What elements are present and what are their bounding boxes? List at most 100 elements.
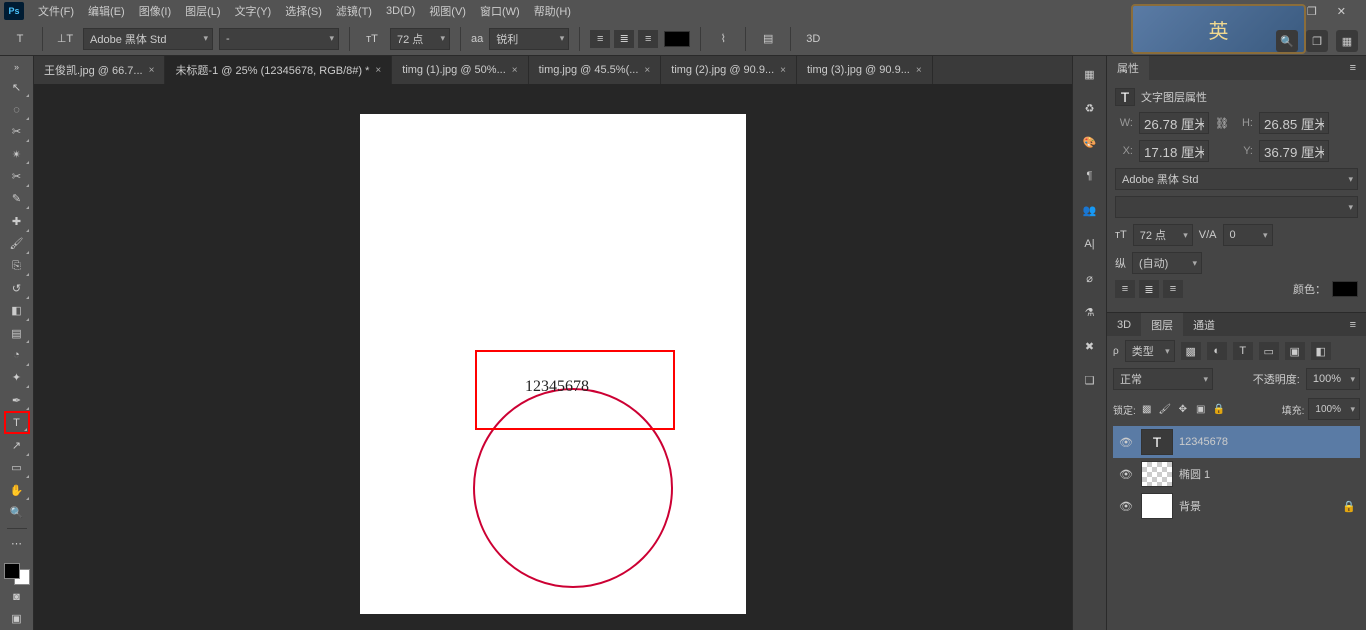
eyedropper-tool[interactable]: ✎ — [4, 188, 30, 210]
color-icon[interactable]: 🎨 — [1078, 130, 1102, 154]
adjustments-icon[interactable]: ⚗ — [1078, 300, 1102, 324]
lock-image-icon[interactable]: 🖌 — [1158, 404, 1172, 415]
filter-type-icon[interactable]: T — [1233, 342, 1253, 360]
screen-mode[interactable]: ▣ — [4, 608, 30, 630]
filter-pixel-icon[interactable]: ▩ — [1181, 342, 1201, 360]
filter-smart-icon[interactable]: ▣ — [1285, 342, 1305, 360]
prop-align-right[interactable]: ≡ — [1163, 280, 1183, 298]
color-swatch[interactable] — [4, 563, 30, 585]
close-icon[interactable]: × — [512, 65, 518, 76]
lock-pos-icon[interactable]: ✥ — [1176, 404, 1190, 415]
brush-settings-icon[interactable]: ⌀ — [1078, 266, 1102, 290]
leading-dropdown[interactable]: (自动) — [1132, 252, 1202, 274]
lock-all-icon[interactable]: 🔒 — [1212, 404, 1226, 415]
menu-help[interactable]: 帮助(H) — [528, 1, 577, 21]
filter-toggle[interactable]: ◧ — [1311, 342, 1331, 360]
dodge-tool[interactable]: ✦ — [4, 367, 30, 389]
shape-tool[interactable]: ▭ — [4, 457, 30, 479]
doc-tab-5[interactable]: timg (3).jpg @ 90.9...× — [797, 56, 933, 84]
opacity-dropdown[interactable]: 100% — [1306, 368, 1360, 390]
visibility-icon[interactable]: 👁 — [1117, 436, 1135, 449]
actions-icon[interactable]: ♻ — [1078, 96, 1102, 120]
visibility-icon[interactable]: 👁 — [1117, 500, 1135, 513]
glyphs-icon[interactable]: 👥 — [1078, 198, 1102, 222]
prop-size-dropdown[interactable]: 72 点 — [1133, 224, 1193, 246]
properties-tab[interactable]: 属性 — [1107, 56, 1149, 80]
zoom-tool[interactable]: 🔍 — [4, 501, 30, 523]
prop-style-dropdown[interactable] — [1115, 196, 1358, 218]
doc-tab-3[interactable]: timg.jpg @ 45.5%(...× — [529, 56, 662, 84]
doc-tab-1[interactable]: 未标题-1 @ 25% (12345678, RGB/8#) *× — [165, 56, 392, 84]
character-icon[interactable]: A| — [1078, 232, 1102, 256]
visibility-icon[interactable]: 👁 — [1117, 468, 1135, 481]
layer-row[interactable]: 👁 T 12345678 — [1113, 426, 1360, 458]
font-style-dropdown[interactable]: - — [219, 28, 339, 50]
close-icon[interactable]: × — [780, 65, 786, 76]
clone-stamp-tool[interactable]: ⎘ — [4, 255, 30, 277]
menu-3d[interactable]: 3D(D) — [380, 3, 421, 19]
x-input[interactable] — [1139, 140, 1209, 162]
text-orientation-icon[interactable]: ⊥T — [53, 27, 77, 51]
lasso-tool[interactable]: ✂ — [4, 121, 30, 143]
edit-toolbar[interactable]: ⋯ — [4, 533, 30, 555]
3d-tab[interactable]: 3D — [1107, 313, 1141, 336]
prop-align-left[interactable]: ≡ — [1115, 280, 1135, 298]
layers-menu-icon[interactable]: ≡ — [1340, 313, 1366, 336]
quick-mask[interactable]: ◙ — [4, 585, 30, 607]
channels-tab[interactable]: 通道 — [1183, 313, 1225, 336]
marquee-tool[interactable]: ◌ — [4, 98, 30, 120]
close-icon[interactable]: × — [916, 65, 922, 76]
gradient-tool[interactable]: ▤ — [4, 322, 30, 344]
hand-tool[interactable]: ✋ — [4, 479, 30, 501]
prop-font-dropdown[interactable]: Adobe 黑体 Std — [1115, 168, 1358, 190]
menu-type[interactable]: 文字(Y) — [229, 1, 278, 21]
paragraph-icon[interactable]: ¶ — [1078, 164, 1102, 188]
filter-adj-icon[interactable]: ◐ — [1207, 342, 1227, 360]
menu-file[interactable]: 文件(F) — [32, 1, 80, 21]
eraser-tool[interactable]: ◧ — [4, 300, 30, 322]
blend-mode-dropdown[interactable]: 正常 — [1113, 368, 1213, 390]
close-icon[interactable]: × — [149, 65, 155, 76]
menu-filter[interactable]: 滤镜(T) — [330, 1, 378, 21]
filter-shape-icon[interactable]: ▭ — [1259, 342, 1279, 360]
workspace-icon[interactable]: ❐ — [1306, 30, 1328, 52]
layer-row[interactable]: 👁 椭圆 1 — [1113, 458, 1360, 490]
layer-name[interactable]: 椭圆 1 — [1179, 466, 1210, 482]
menu-layer[interactable]: 图层(L) — [179, 1, 226, 21]
fill-dropdown[interactable]: 100% — [1308, 398, 1360, 420]
arrange-icon[interactable]: ▦ — [1336, 30, 1358, 52]
close-icon[interactable]: × — [375, 65, 381, 76]
layers-tab[interactable]: 图层 — [1141, 313, 1183, 336]
brush-tool[interactable]: 🖌 — [4, 233, 30, 255]
align-left-button[interactable]: ≡ — [590, 30, 610, 48]
pen-tool[interactable]: ✒ — [4, 389, 30, 411]
layer-name[interactable]: 背景 — [1179, 498, 1201, 514]
menu-edit[interactable]: 编辑(E) — [82, 1, 131, 21]
menu-view[interactable]: 视图(V) — [423, 1, 472, 21]
menu-image[interactable]: 图像(I) — [133, 1, 177, 21]
navigator-icon[interactable]: ❑ — [1078, 368, 1102, 392]
canvas[interactable]: 12345678 — [34, 84, 1072, 630]
y-input[interactable] — [1259, 140, 1329, 162]
healing-tool[interactable]: ✚ — [4, 210, 30, 232]
layer-row[interactable]: 👁 背景 🔒 — [1113, 490, 1360, 522]
history-icon[interactable]: ▦ — [1078, 62, 1102, 86]
move-tool[interactable]: ↖ — [4, 76, 30, 98]
blur-tool[interactable]: ◔ — [4, 344, 30, 366]
text-color-swatch[interactable] — [664, 31, 690, 47]
type-tool[interactable]: T — [4, 411, 30, 434]
quick-select-tool[interactable]: ✴ — [4, 143, 30, 165]
path-select-tool[interactable]: ↗ — [4, 434, 30, 456]
lock-trans-icon[interactable]: ▩ — [1140, 404, 1154, 415]
history-brush-tool[interactable]: ↺ — [4, 277, 30, 299]
character-panel-icon[interactable]: ▤ — [756, 27, 780, 51]
tracking-dropdown[interactable]: 0 — [1223, 224, 1273, 246]
doc-tab-0[interactable]: 王俊凯.jpg @ 66.7...× — [34, 56, 165, 84]
align-center-button[interactable]: ≣ — [614, 30, 634, 48]
window-close[interactable]: ✕ — [1331, 3, 1352, 20]
close-icon[interactable]: × — [644, 65, 650, 76]
prop-color-swatch[interactable] — [1332, 281, 1358, 297]
styles-icon[interactable]: ✖ — [1078, 334, 1102, 358]
link-icon[interactable]: ⛓ — [1215, 117, 1229, 130]
search-icon[interactable]: 🔍 — [1276, 30, 1298, 52]
